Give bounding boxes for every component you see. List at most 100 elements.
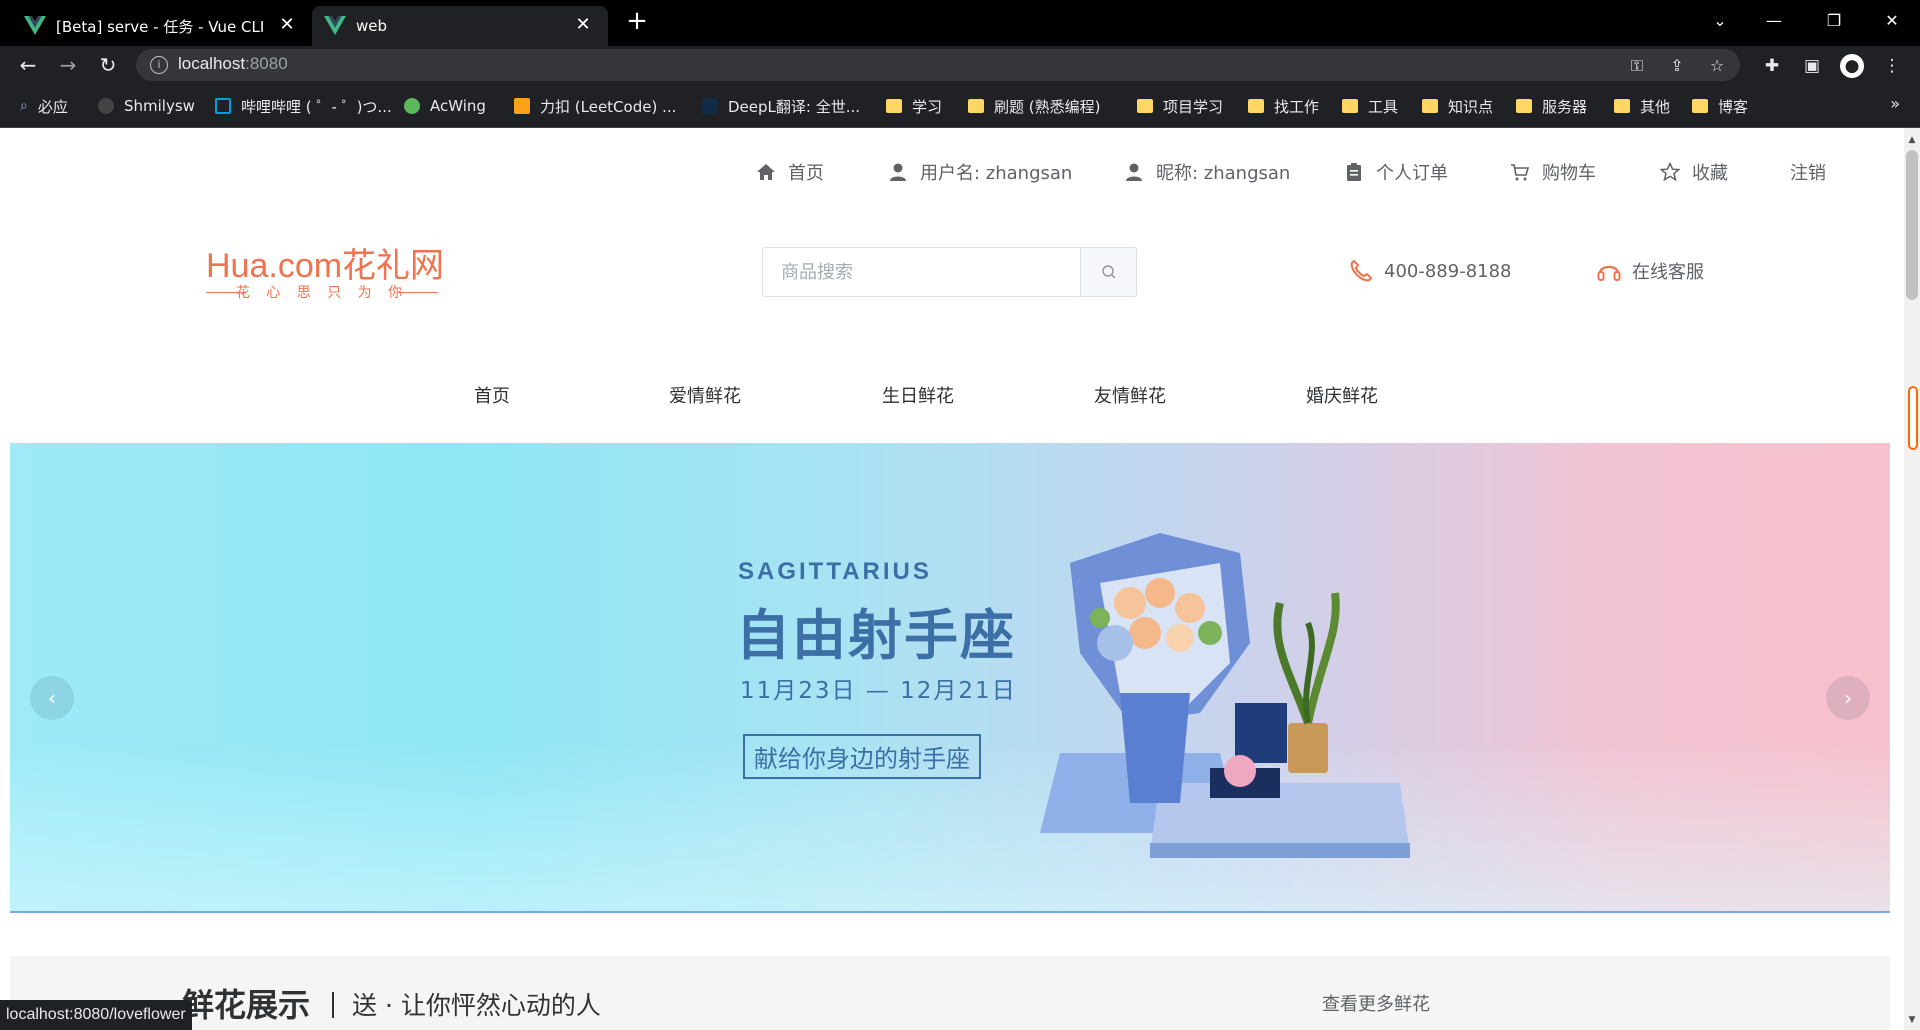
topnav-favorites[interactable]: 收藏 xyxy=(1660,160,1728,184)
browser-tab-bar: [Beta] serve - 任务 - Vue CLI ✕ web ✕ + ⌄ … xyxy=(0,0,1920,46)
deepl-icon xyxy=(702,98,718,114)
headset-icon xyxy=(1597,265,1621,281)
topnav-username[interactable]: 用户名: zhangsan xyxy=(888,160,1072,184)
site-info-icon[interactable]: i xyxy=(150,56,168,74)
bookmark-item[interactable]: AcWing xyxy=(404,96,486,116)
bookmarks-bar: ⌕ 必应 Shmilysw 哔哩哔哩 ( ゜- ゜)つ... AcWing 力扣… xyxy=(0,84,1920,128)
folder-icon xyxy=(1342,99,1358,113)
site-logo[interactable]: Hua.com花礼网 花 心 思 只 为 你 xyxy=(206,238,445,308)
close-tab-icon[interactable]: ✕ xyxy=(276,14,298,36)
online-service[interactable]: 在线客服 xyxy=(1596,258,1704,284)
extensions-icon[interactable]: ✚ xyxy=(1760,54,1784,78)
topnav-cart[interactable]: 购物车 xyxy=(1510,160,1596,184)
carousel-prev-button[interactable]: ‹ xyxy=(30,676,74,720)
page-scrollbar[interactable]: ▲ ▼ xyxy=(1904,128,1920,1030)
bookmark-folder[interactable]: 刷题 (熟悉编程) xyxy=(968,96,1100,116)
tab-vue-cli[interactable]: [Beta] serve - 任务 - Vue CLI ✕ xyxy=(0,6,312,46)
folder-icon xyxy=(1137,99,1153,113)
logo-divider xyxy=(398,292,438,293)
bookmark-item[interactable]: Shmilysw xyxy=(98,96,195,116)
nav-friendship-flowers[interactable]: 友情鲜花 xyxy=(1094,382,1166,408)
back-button[interactable]: ← xyxy=(12,50,44,80)
more-bookmarks-icon[interactable]: » xyxy=(1890,94,1900,113)
leetcode-icon xyxy=(514,98,530,114)
topnav-logout[interactable]: 注销 xyxy=(1790,160,1826,184)
bookmark-item[interactable]: DeepL翻译: 全世... xyxy=(702,96,860,116)
restore-button[interactable]: ❐ xyxy=(1804,0,1864,40)
view-more-link[interactable]: 查看更多鲜花 xyxy=(1322,990,1430,1016)
bookmark-folder[interactable]: 知识点 xyxy=(1422,96,1493,116)
section-subtitle: 送 · 让你怦然心动的人 xyxy=(352,991,601,1020)
banner-carousel[interactable]: SAGITTARIUS 自由射手座 11月23日 — 12月21日 献给你身边的… xyxy=(10,443,1890,913)
search-input[interactable] xyxy=(763,248,1081,296)
bouquet-illustration xyxy=(1040,533,1410,858)
bookmark-item[interactable]: 哔哩哔哩 ( ゜- ゜)つ... xyxy=(215,96,392,116)
bookmark-item[interactable]: 力扣 (LeetCode) ... xyxy=(514,96,676,116)
folder-icon xyxy=(886,99,902,113)
nav-home[interactable]: 首页 xyxy=(474,382,510,408)
url-text: localhost:8080 xyxy=(178,54,288,73)
flower-showcase-header: 鲜花展示 送 · 让你怦然心动的人 查看更多鲜花 xyxy=(10,956,1890,1030)
bookmark-item[interactable]: ⌕ 必应 xyxy=(20,96,68,116)
folder-icon xyxy=(968,99,984,113)
bookmark-folder[interactable]: 服务器 xyxy=(1516,96,1587,116)
bookmark-folder[interactable]: 项目学习 xyxy=(1137,96,1223,116)
nav-love-flowers[interactable]: 爱情鲜花 xyxy=(669,382,741,408)
scroll-down-icon[interactable]: ▼ xyxy=(1904,1012,1920,1028)
bilibili-icon xyxy=(215,98,231,114)
search-icon: ⌕ xyxy=(20,98,28,114)
web-page: 首页 用户名: zhangsan 昵称: zhangsan 个人订单 购物车 收… xyxy=(0,128,1904,1030)
folder-icon xyxy=(1516,99,1532,113)
phone-icon xyxy=(1350,259,1373,282)
home-icon xyxy=(757,164,775,180)
profile-icon[interactable]: ● xyxy=(1840,54,1864,78)
banner-en-title: SAGITTARIUS xyxy=(738,558,932,585)
tab-title: web xyxy=(356,17,388,35)
bookmark-folder[interactable]: 找工作 xyxy=(1248,96,1319,116)
bookmark-folder[interactable]: 学习 xyxy=(886,96,942,116)
topnav-orders[interactable]: 个人订单 xyxy=(1344,160,1448,184)
bookmark-folder[interactable]: 工具 xyxy=(1342,96,1398,116)
forward-button[interactable]: → xyxy=(52,50,84,80)
logo-text: Hua.com花礼网 xyxy=(206,247,445,285)
folder-icon xyxy=(1614,99,1630,113)
tab-search-icon[interactable]: ⌄ xyxy=(1690,0,1750,40)
vue-logo-icon xyxy=(324,16,346,35)
new-tab-button[interactable]: + xyxy=(622,6,652,36)
menu-icon[interactable]: ⋮ xyxy=(1880,54,1904,78)
key-icon[interactable]: ⚿ xyxy=(1626,55,1648,77)
scrollbar-thumb[interactable] xyxy=(1906,150,1918,300)
banner-tagline: 献给你身边的射手座 xyxy=(743,734,981,779)
banner-dates: 11月23日 — 12月21日 xyxy=(740,678,1017,704)
star-icon xyxy=(1660,162,1680,182)
side-panel-icon[interactable]: ▣ xyxy=(1800,54,1824,78)
cart-icon xyxy=(1511,164,1530,181)
bookmark-folder[interactable]: 博客 xyxy=(1692,96,1748,116)
acwing-icon xyxy=(404,98,420,114)
reload-button[interactable]: ↻ xyxy=(92,50,124,80)
share-icon[interactable]: ⇪ xyxy=(1666,55,1688,77)
close-tab-icon[interactable]: ✕ xyxy=(572,14,594,36)
tab-web[interactable]: web ✕ xyxy=(312,6,608,46)
scroll-up-icon[interactable]: ▲ xyxy=(1904,132,1920,148)
section-divider xyxy=(332,992,334,1018)
nav-birthday-flowers[interactable]: 生日鲜花 xyxy=(882,382,954,408)
nav-wedding-flowers[interactable]: 婚庆鲜花 xyxy=(1306,382,1378,408)
bookmark-folder[interactable]: 其他 xyxy=(1614,96,1670,116)
search-button[interactable] xyxy=(1080,248,1136,296)
tab-title: [Beta] serve - 任务 - Vue CLI xyxy=(56,17,265,36)
scroll-indicator xyxy=(1908,386,1918,450)
folder-icon xyxy=(1692,99,1708,113)
minimize-button[interactable]: — xyxy=(1744,0,1804,40)
topnav-home[interactable]: 首页 xyxy=(756,160,824,184)
topnav-nickname[interactable]: 昵称: zhangsan xyxy=(1124,160,1290,184)
banner-cn-title: 自由射手座 xyxy=(736,604,1016,667)
carousel-next-button[interactable]: › xyxy=(1826,676,1870,720)
link-status-bar: localhost:8080/loveflower xyxy=(0,1000,192,1030)
address-bar[interactable]: i localhost:8080 ⚿ ⇪ ☆ xyxy=(136,49,1740,81)
bookmark-star-icon[interactable]: ☆ xyxy=(1706,55,1728,77)
user-icon xyxy=(1126,163,1142,181)
close-window-button[interactable]: ✕ xyxy=(1862,0,1920,40)
browser-toolbar: ← → ↻ i localhost:8080 ⚿ ⇪ ☆ ✚ ▣ ● ⋮ xyxy=(0,46,1920,84)
search-box xyxy=(762,247,1137,297)
